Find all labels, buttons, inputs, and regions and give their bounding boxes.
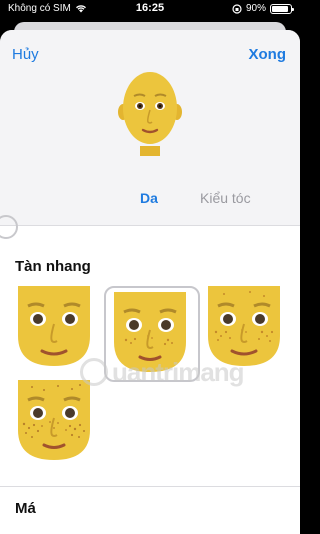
battery-percent: 90%: [245, 3, 266, 14]
cancel-button[interactable]: Hủy: [12, 46, 39, 63]
freckle-option-medium[interactable]: [204, 286, 284, 366]
memoji-preview: [118, 72, 182, 156]
cheeks-section-title: Má: [15, 500, 36, 517]
freckle-option-light[interactable]: [104, 286, 200, 382]
freckle-light-face: [114, 292, 186, 372]
battery-fill: [272, 5, 289, 12]
memoji-editor-sheet: Hủy Xong Da Kiểu tóc Tàn nhang uantriman…: [0, 30, 300, 534]
freckles-section-title: Tàn nhang: [15, 258, 91, 275]
freckle-medium-face: [208, 286, 280, 366]
freckle-option-none[interactable]: [14, 286, 94, 366]
option-ring-partial[interactable]: [0, 215, 18, 239]
freckle-heavy-face: [18, 380, 90, 460]
section-divider: [0, 486, 300, 487]
status-right: 90%: [232, 3, 294, 14]
tab-hairstyle[interactable]: Kiểu tóc: [200, 190, 251, 206]
status-bar: Không có SIM 16:25 90%: [0, 0, 300, 20]
orientation-lock-icon: [232, 3, 242, 14]
done-button[interactable]: Xong: [249, 46, 287, 63]
freckle-none-face: [18, 286, 90, 366]
editor-header: Hủy Xong Da Kiểu tóc: [0, 30, 300, 239]
freckle-option-heavy[interactable]: [14, 380, 94, 460]
battery-icon: [270, 3, 294, 14]
tab-skin[interactable]: Da: [140, 190, 158, 206]
